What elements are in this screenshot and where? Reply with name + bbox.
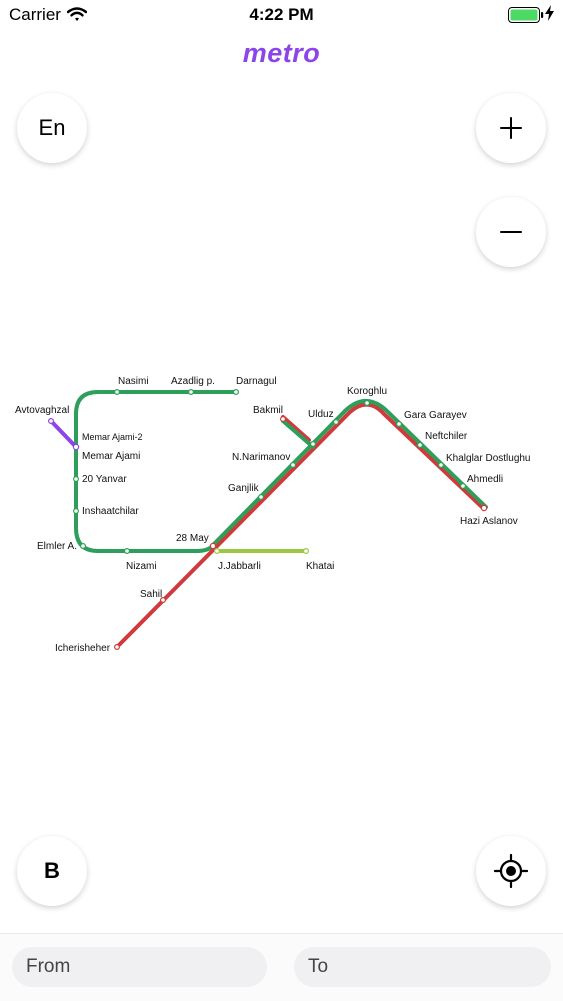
purple-line bbox=[49, 419, 78, 449]
clock: 4:22 PM bbox=[249, 5, 314, 24]
station-marker[interactable] bbox=[79, 542, 86, 549]
crosshair-icon bbox=[494, 854, 528, 888]
station-marker[interactable] bbox=[310, 441, 317, 448]
b-button[interactable]: B bbox=[17, 836, 87, 906]
station-marker[interactable] bbox=[258, 494, 265, 501]
station-marker[interactable] bbox=[113, 389, 120, 396]
station-marker[interactable] bbox=[72, 443, 80, 451]
station-sahil[interactable]: Sahil bbox=[140, 589, 162, 600]
battery-icon bbox=[508, 7, 544, 28]
station-koroghlu[interactable]: Koroghlu bbox=[347, 386, 387, 397]
status-bar: Carrier 4:22 PM bbox=[0, 0, 563, 30]
station-marker[interactable] bbox=[72, 476, 79, 483]
station-elmler[interactable]: Elmler A. bbox=[37, 541, 77, 552]
station-marker[interactable] bbox=[364, 400, 371, 407]
station-marker[interactable] bbox=[290, 462, 297, 469]
station-bakmil[interactable]: Bakmil bbox=[253, 405, 283, 416]
station-20-yanvar[interactable]: 20 Yanvar bbox=[82, 474, 127, 485]
zoom-out-button[interactable] bbox=[476, 197, 546, 267]
b-label: B bbox=[44, 858, 60, 883]
station-darnagul[interactable]: Darnagul bbox=[236, 376, 277, 387]
station-ulduz[interactable]: Ulduz bbox=[308, 409, 334, 420]
locate-button[interactable] bbox=[476, 836, 546, 906]
station-marker[interactable] bbox=[303, 547, 310, 554]
station-nizami[interactable]: Nizami bbox=[126, 561, 157, 572]
station-marker[interactable] bbox=[233, 389, 240, 396]
plus-icon bbox=[500, 117, 522, 139]
green-line-loop bbox=[74, 390, 238, 553]
station-28-may[interactable]: 28 May bbox=[176, 533, 209, 544]
station-gara-garayev[interactable]: Gara Garayev bbox=[404, 410, 467, 421]
to-input[interactable] bbox=[294, 947, 551, 987]
station-nasimi[interactable]: Nasimi bbox=[118, 376, 149, 387]
station-marker[interactable] bbox=[480, 504, 488, 512]
station-marker[interactable] bbox=[214, 547, 221, 554]
route-search-bar bbox=[0, 933, 563, 1001]
station-marker[interactable] bbox=[417, 442, 424, 449]
station-marker[interactable] bbox=[280, 416, 287, 423]
station-marker[interactable] bbox=[113, 643, 120, 650]
station-azadlig[interactable]: Azadlig p. bbox=[171, 376, 215, 387]
station-marker[interactable] bbox=[396, 421, 403, 428]
station-marker[interactable] bbox=[209, 542, 217, 550]
charging-bolt-icon bbox=[545, 5, 554, 24]
metro-map[interactable]: Nasimi Azadlig p. Darnagul Avtovaghzal M… bbox=[0, 360, 563, 660]
station-icherisheher[interactable]: Icherisheher bbox=[55, 643, 111, 654]
station-marker[interactable] bbox=[123, 547, 130, 554]
station-ganjlik[interactable]: Ganjlik bbox=[228, 483, 260, 494]
station-marker[interactable] bbox=[438, 462, 445, 469]
station-marker[interactable] bbox=[188, 389, 195, 396]
from-input[interactable] bbox=[12, 947, 267, 987]
station-memar-ajami[interactable]: Memar Ajami bbox=[82, 451, 140, 462]
station-hazi-aslanov[interactable]: Hazi Aslanov bbox=[460, 516, 518, 527]
station-khalglar[interactable]: Khalglar Dostlughu bbox=[446, 453, 531, 464]
minus-icon bbox=[500, 231, 522, 233]
station-khatai[interactable]: Khatai bbox=[306, 561, 334, 572]
station-narimanov[interactable]: N.Narimanov bbox=[232, 452, 290, 463]
station-marker[interactable] bbox=[47, 418, 54, 425]
station-marker[interactable] bbox=[333, 419, 340, 426]
station-memar-ajami-2[interactable]: Memar Ajami-2 bbox=[82, 432, 143, 442]
station-jabbarli[interactable]: J.Jabbarli bbox=[218, 561, 261, 572]
station-marker[interactable] bbox=[460, 483, 467, 490]
station-avtovaghzal[interactable]: Avtovaghzal bbox=[15, 405, 69, 416]
bakmil-branch-red bbox=[281, 415, 311, 442]
language-label: En bbox=[38, 115, 66, 140]
app-title: metro bbox=[242, 38, 321, 68]
station-inshaatchilar[interactable]: Inshaatchilar bbox=[82, 506, 139, 517]
station-ahmedli[interactable]: Ahmedli bbox=[467, 474, 503, 485]
bakmil-branch-green bbox=[281, 419, 315, 449]
zoom-in-button[interactable] bbox=[476, 93, 546, 163]
station-marker[interactable] bbox=[72, 508, 79, 515]
language-button[interactable]: En bbox=[17, 93, 87, 163]
station-neftchiler[interactable]: Neftchiler bbox=[425, 431, 468, 442]
